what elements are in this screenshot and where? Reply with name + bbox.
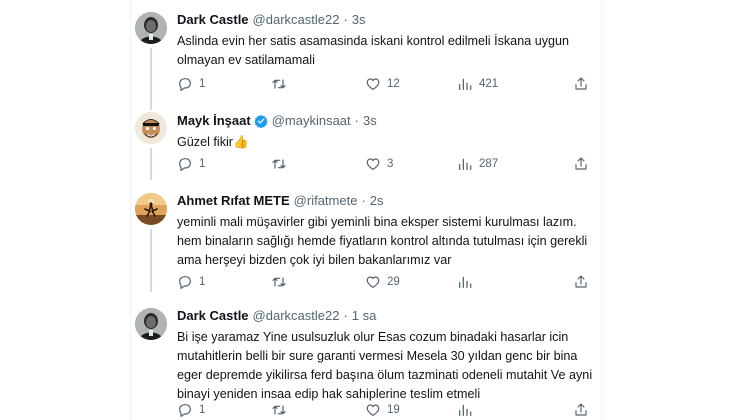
thread-line <box>150 148 152 180</box>
timestamp[interactable]: 2s <box>370 192 384 209</box>
tweet-text: Bi işe yaramaz Yine usulsuzluk olur Esas… <box>177 330 593 401</box>
retweet-button[interactable] <box>271 76 287 92</box>
like-count: 29 <box>387 276 400 288</box>
like-icon <box>366 158 380 170</box>
like-icon <box>366 404 380 416</box>
retweet-button[interactable] <box>271 402 287 418</box>
author-name[interactable]: Dark Castle <box>177 11 249 28</box>
like-icon <box>366 276 380 288</box>
views-icon <box>459 158 472 170</box>
share-button[interactable] <box>573 156 589 172</box>
views-icon <box>459 78 472 90</box>
reply-count: 1 <box>199 158 206 170</box>
reply-count: 1 <box>199 276 206 288</box>
share-icon <box>575 275 587 288</box>
tweet[interactable]: Mayk İnşaat @maykinsaat · 3s Güzel fikir… <box>131 110 601 180</box>
views-icon <box>459 404 472 416</box>
timestamp[interactable]: 1 sa <box>352 307 377 324</box>
share-button[interactable] <box>573 76 589 92</box>
author-handle[interactable]: @maykinsaat <box>272 112 351 129</box>
reply-icon <box>179 78 191 91</box>
tweet[interactable]: Dark Castle @darkcastle22 · 1 sa Bi işe … <box>131 292 601 420</box>
separator-dot: · <box>354 113 359 128</box>
reply-icon <box>179 276 191 289</box>
reply-button[interactable]: 1 <box>177 402 205 418</box>
tweet-text: yeminli mali müşavirler gibi yeminli bin… <box>177 215 588 267</box>
reply-icon <box>179 404 191 417</box>
like-button[interactable]: 12 <box>365 76 400 92</box>
retweet-button[interactable] <box>271 156 287 172</box>
like-button[interactable]: 19 <box>365 402 400 418</box>
like-button[interactable]: 3 <box>365 156 393 172</box>
retweet-icon <box>272 405 286 415</box>
like-count: 19 <box>387 404 400 416</box>
views-button[interactable] <box>457 402 479 418</box>
author-name[interactable]: Ahmet Rıfat METE <box>177 192 290 209</box>
author-handle[interactable]: @rifatmete <box>294 192 358 209</box>
author-handle[interactable]: @darkcastle22 <box>253 307 340 324</box>
avatar[interactable] <box>135 308 167 340</box>
reply-count: 1 <box>199 404 206 416</box>
share-icon <box>575 157 587 170</box>
thread-line <box>150 48 152 110</box>
retweet-icon <box>272 159 286 169</box>
tweet-text: Güzel fikir👍 <box>177 135 249 149</box>
retweet-button[interactable] <box>271 274 287 290</box>
separator-dot: · <box>343 12 348 27</box>
verified-badge-icon <box>253 114 268 128</box>
share-icon <box>575 403 587 416</box>
author-name[interactable]: Mayk İnşaat <box>177 112 251 129</box>
tweet-text: Aslinda evin her satis asamasinda iskani… <box>177 34 570 67</box>
tweet[interactable]: Dark Castle @darkcastle22 · 3s Aslinda e… <box>131 0 601 110</box>
tweet-thread: Dark Castle @darkcastle22 · 3s Aslinda e… <box>130 0 602 420</box>
avatar[interactable] <box>135 193 167 225</box>
retweet-icon <box>272 79 286 89</box>
like-icon <box>366 78 380 90</box>
share-button[interactable] <box>573 274 589 290</box>
views-button[interactable]: 287 <box>457 156 498 172</box>
views-count: 287 <box>479 158 499 170</box>
like-count: 12 <box>387 78 400 90</box>
timestamp[interactable]: 3s <box>363 112 377 129</box>
share-icon <box>575 77 587 90</box>
like-button[interactable]: 29 <box>365 274 400 290</box>
views-count: 421 <box>479 78 499 90</box>
retweet-icon <box>272 277 286 287</box>
author-name[interactable]: Dark Castle <box>177 307 249 324</box>
thread-line <box>150 229 152 292</box>
separator-dot: · <box>361 193 366 208</box>
reply-button[interactable]: 1 <box>177 156 205 172</box>
timestamp[interactable]: 3s <box>352 11 366 28</box>
views-button[interactable] <box>457 274 479 290</box>
avatar[interactable] <box>135 112 167 144</box>
reply-button[interactable]: 1 <box>177 76 205 92</box>
separator-dot: · <box>343 308 348 323</box>
like-count: 3 <box>387 158 394 170</box>
reply-icon <box>179 158 191 171</box>
views-button[interactable]: 421 <box>457 76 498 92</box>
author-handle[interactable]: @darkcastle22 <box>253 11 340 28</box>
reply-button[interactable]: 1 <box>177 274 205 290</box>
tweet[interactable]: Ahmet Rıfat METE @rifatmete · 2s yeminli… <box>131 180 601 292</box>
reply-count: 1 <box>199 78 206 90</box>
avatar[interactable] <box>135 12 167 44</box>
share-button[interactable] <box>573 402 589 418</box>
views-icon <box>459 276 472 288</box>
